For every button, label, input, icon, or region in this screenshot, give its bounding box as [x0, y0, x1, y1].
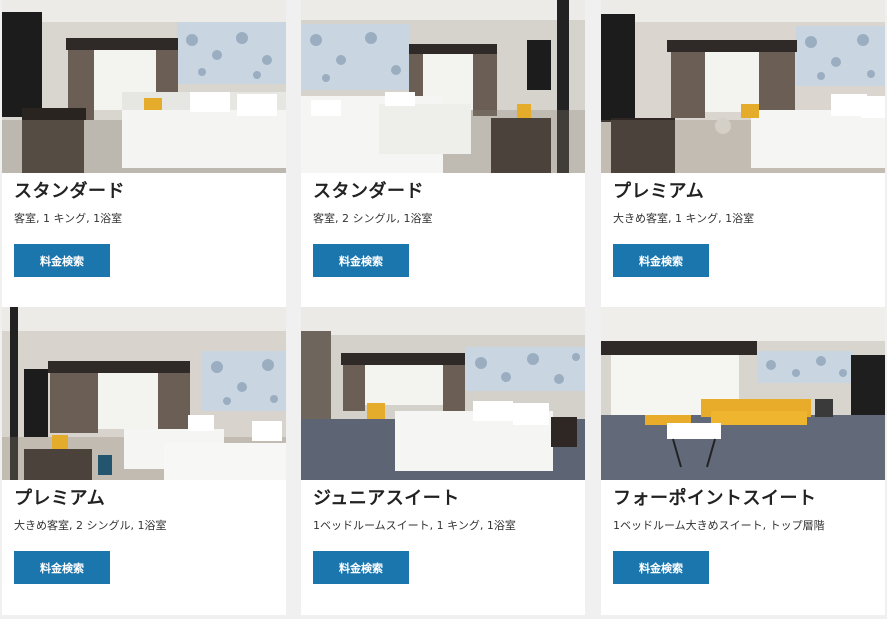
room-card-premium-twin: プレミアム 大きめ客室, 2 シングル, 1浴室 料金検索 [2, 307, 286, 615]
room-title: ジュニアスイート [313, 488, 460, 509]
room-description: 客室, 2 シングル, 1浴室 [313, 212, 433, 225]
room-description: 1ベッドルームスイート, 1 キング, 1浴室 [313, 519, 516, 532]
room-photo-standard-twin [301, 0, 585, 173]
room-title: プレミアム [14, 488, 106, 509]
search-rates-button[interactable]: 料金検索 [313, 551, 409, 584]
search-rates-button[interactable]: 料金検索 [613, 551, 709, 584]
room-photo[interactable] [2, 0, 286, 173]
room-title: スタンダード [14, 181, 125, 202]
room-description: 大きめ客室, 1 キング, 1浴室 [613, 212, 755, 225]
room-card-standard-king: スタンダード 客室, 1 キング, 1浴室 料金検索 [2, 0, 286, 308]
room-photo-junior-suite [301, 307, 585, 480]
room-title: スタンダード [313, 181, 424, 202]
search-rates-button[interactable]: 料金検索 [313, 244, 409, 277]
room-card-premium-king: プレミアム 大きめ客室, 1 キング, 1浴室 料金検索 [601, 0, 885, 308]
room-photo[interactable] [2, 307, 286, 480]
room-card-junior-suite: ジュニアスイート 1ベッドルームスイート, 1 キング, 1浴室 料金検索 [301, 307, 585, 615]
room-photo[interactable] [301, 307, 585, 480]
room-description: 客室, 1 キング, 1浴室 [14, 212, 123, 225]
room-photo[interactable] [301, 0, 585, 173]
search-rates-button[interactable]: 料金検索 [613, 244, 709, 277]
room-photo-premium-king [601, 0, 885, 173]
search-rates-button[interactable]: 料金検索 [14, 244, 110, 277]
room-card-four-points-suite: フォーポイントスイート 1ベッドルーム大きめスイート, トップ層階 料金検索 [601, 307, 885, 615]
room-card-standard-twin: スタンダード 客室, 2 シングル, 1浴室 料金検索 [301, 0, 585, 308]
room-description: 大きめ客室, 2 シングル, 1浴室 [14, 519, 167, 532]
room-title: フォーポイントスイート [613, 488, 817, 509]
search-rates-button[interactable]: 料金検索 [14, 551, 110, 584]
room-photo[interactable] [601, 307, 885, 480]
room-photo-premium-twin [2, 307, 286, 480]
room-photo[interactable] [601, 0, 885, 173]
room-description: 1ベッドルーム大きめスイート, トップ層階 [613, 519, 825, 532]
room-photo-four-points-suite [601, 307, 885, 480]
room-title: プレミアム [613, 181, 705, 202]
room-photo-standard-king [2, 0, 286, 173]
